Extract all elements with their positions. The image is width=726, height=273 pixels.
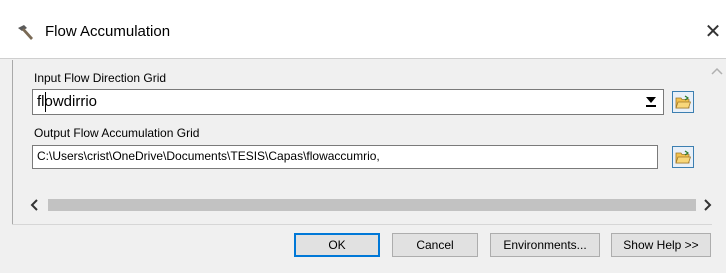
window-title: Flow Accumulation bbox=[45, 23, 171, 40]
cancel-button[interactable]: Cancel bbox=[392, 233, 478, 257]
output-flow-accumulation-label: Output Flow Accumulation Grid bbox=[34, 126, 200, 140]
scroll-up-icon[interactable] bbox=[710, 66, 724, 76]
browse-input-button[interactable] bbox=[672, 91, 694, 113]
show-help-button[interactable]: Show Help >> bbox=[611, 233, 711, 257]
footer-divider bbox=[12, 224, 712, 225]
scrollbar-thumb[interactable] bbox=[48, 199, 696, 211]
environments-button[interactable]: Environments... bbox=[490, 233, 600, 257]
input-flow-direction-value: flowdirrio bbox=[37, 93, 98, 110]
input-flow-direction-combobox[interactable]: flowdirrio bbox=[32, 89, 664, 115]
browse-output-button[interactable] bbox=[672, 146, 694, 168]
title-divider bbox=[0, 58, 726, 59]
open-folder-icon bbox=[675, 150, 691, 164]
horizontal-scrollbar[interactable] bbox=[26, 197, 712, 213]
close-icon: ✕ bbox=[704, 20, 722, 43]
open-folder-icon bbox=[675, 95, 691, 109]
close-button[interactable]: ✕ bbox=[700, 16, 726, 46]
text-caret bbox=[45, 92, 46, 112]
ok-button[interactable]: OK bbox=[294, 233, 380, 257]
scroll-right-icon[interactable] bbox=[700, 198, 714, 212]
scroll-left-icon[interactable] bbox=[28, 198, 42, 212]
input-flow-direction-label: Input Flow Direction Grid bbox=[34, 71, 167, 85]
hammer-icon bbox=[18, 25, 33, 40]
chevron-down-icon[interactable] bbox=[644, 95, 657, 109]
output-flow-accumulation-field[interactable]: C:\Users\crist\OneDrive\Documents\TESIS\… bbox=[32, 145, 658, 169]
title-bar: Flow Accumulation ✕ bbox=[0, 0, 726, 58]
